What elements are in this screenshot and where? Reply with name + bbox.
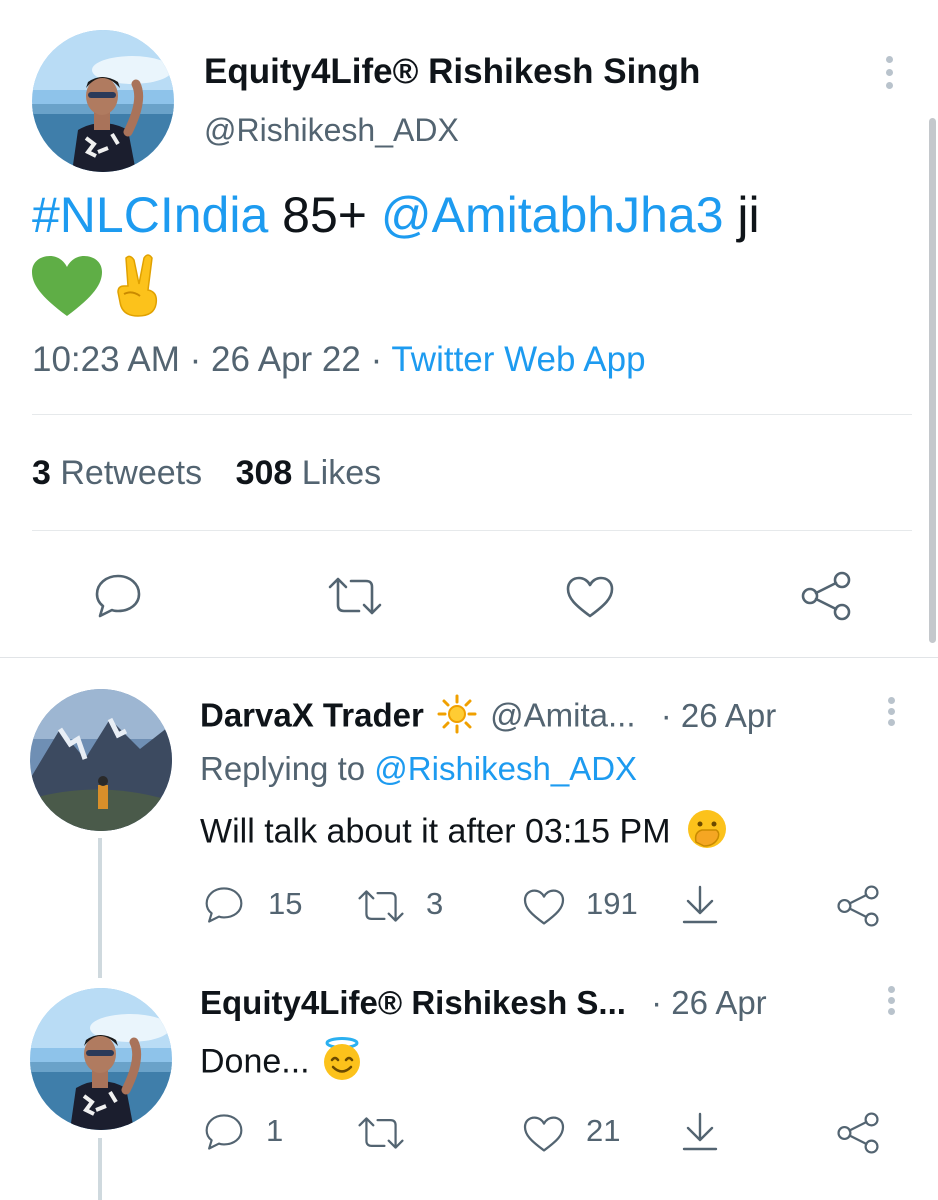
author-name[interactable]: Equity4Life® Rishikesh Singh	[204, 52, 700, 92]
like-icon[interactable]	[565, 575, 615, 619]
reply-text: Done...	[200, 1036, 365, 1091]
retweet-icon[interactable]	[357, 1115, 405, 1151]
reply-header: Equity4Life® Rishikesh S... · 26 Apr	[200, 984, 767, 1022]
section-divider	[0, 657, 938, 658]
likes-label: Likes	[301, 454, 382, 492]
green-heart-emoji	[32, 256, 102, 323]
reply-author-name[interactable]: DarvaX Trader	[200, 697, 424, 734]
tweet-text-mid: 85+	[282, 187, 367, 243]
like-icon[interactable]	[522, 1115, 566, 1153]
share-icon[interactable]	[836, 1111, 880, 1155]
reply-author-name[interactable]: Equity4Life® Rishikesh S...	[200, 984, 626, 1021]
retweet-icon[interactable]	[327, 575, 383, 617]
mention-link[interactable]: @AmitabhJha3	[381, 187, 724, 243]
retweets-stat[interactable]: 3 Retweets	[32, 454, 212, 492]
hand-over-mouth-emoji	[686, 808, 728, 859]
meta-sep-2: ·	[370, 340, 383, 379]
tweet-text: #NLCIndia 85+ @AmitabhJha3 ji	[32, 184, 912, 246]
author-handle[interactable]: @Rishikesh_ADX	[204, 112, 459, 149]
download-icon[interactable]	[680, 884, 720, 926]
tweet-text-end: ji	[737, 187, 760, 243]
reply-header: DarvaX Trader @Amita... · 26 Apr	[200, 694, 776, 742]
retweet-count: 3	[426, 886, 444, 921]
smiling-face-with-halo-emoji	[319, 1036, 365, 1091]
author-avatar[interactable]	[32, 30, 174, 172]
scrollbar[interactable]	[929, 118, 936, 643]
more-icon[interactable]	[888, 986, 896, 1018]
more-icon[interactable]	[888, 697, 896, 729]
tweet-source[interactable]: Twitter Web App	[391, 340, 645, 379]
like-count: 191	[586, 886, 638, 921]
reply-time: · 26 Apr	[660, 696, 777, 734]
tweet-meta: 10:23 AM · 26 Apr 22 · Twitter Web App	[32, 340, 646, 380]
share-icon[interactable]	[800, 570, 852, 622]
replying-to: Replying to @Rishikesh_ADX	[200, 750, 637, 788]
reply-text-body: Done...	[200, 1042, 310, 1081]
thread-line	[98, 1138, 102, 1200]
replying-prefix: Replying to	[200, 750, 366, 787]
retweet-icon[interactable]	[357, 888, 405, 924]
like-count: 21	[586, 1113, 621, 1148]
likes-count: 308	[235, 454, 293, 492]
replying-to-link[interactable]: @Rishikesh_ADX	[374, 750, 637, 787]
engagement-stats: 3 Retweets 308 Likes	[32, 454, 381, 493]
reply-icon[interactable]	[204, 886, 244, 924]
divider	[32, 414, 912, 415]
reply-time: · 26 Apr	[651, 984, 767, 1021]
hashtag-link[interactable]: #NLCIndia	[32, 187, 268, 243]
tweet-time: 10:23 AM	[32, 340, 180, 379]
meta-sep-1: ·	[189, 340, 202, 379]
reply-icon[interactable]	[204, 1113, 244, 1151]
likes-stat[interactable]: 308 Likes	[236, 454, 382, 492]
reply-text: Will talk about it after 03:15 PM	[200, 808, 728, 859]
share-icon[interactable]	[836, 884, 880, 928]
sun-icon	[437, 694, 477, 742]
download-icon[interactable]	[680, 1111, 720, 1153]
reply-avatar[interactable]	[30, 689, 172, 831]
reply-icon[interactable]	[94, 573, 142, 619]
thread-line	[98, 838, 102, 978]
reply-avatar[interactable]	[30, 988, 172, 1130]
divider	[32, 530, 912, 531]
reply-count: 1	[266, 1113, 284, 1148]
like-icon[interactable]	[522, 888, 566, 926]
more-icon[interactable]	[886, 56, 894, 92]
reply-author-handle[interactable]: @Amita...	[490, 697, 635, 734]
tweet-date: 26 Apr 22	[211, 340, 361, 379]
reply-count: 15	[268, 886, 303, 921]
retweets-count: 3	[32, 454, 51, 492]
retweets-label: Retweets	[60, 454, 203, 492]
victory-hand-emoji	[112, 252, 166, 323]
reply-text-body: Will talk about it after 03:15 PM	[200, 812, 671, 851]
